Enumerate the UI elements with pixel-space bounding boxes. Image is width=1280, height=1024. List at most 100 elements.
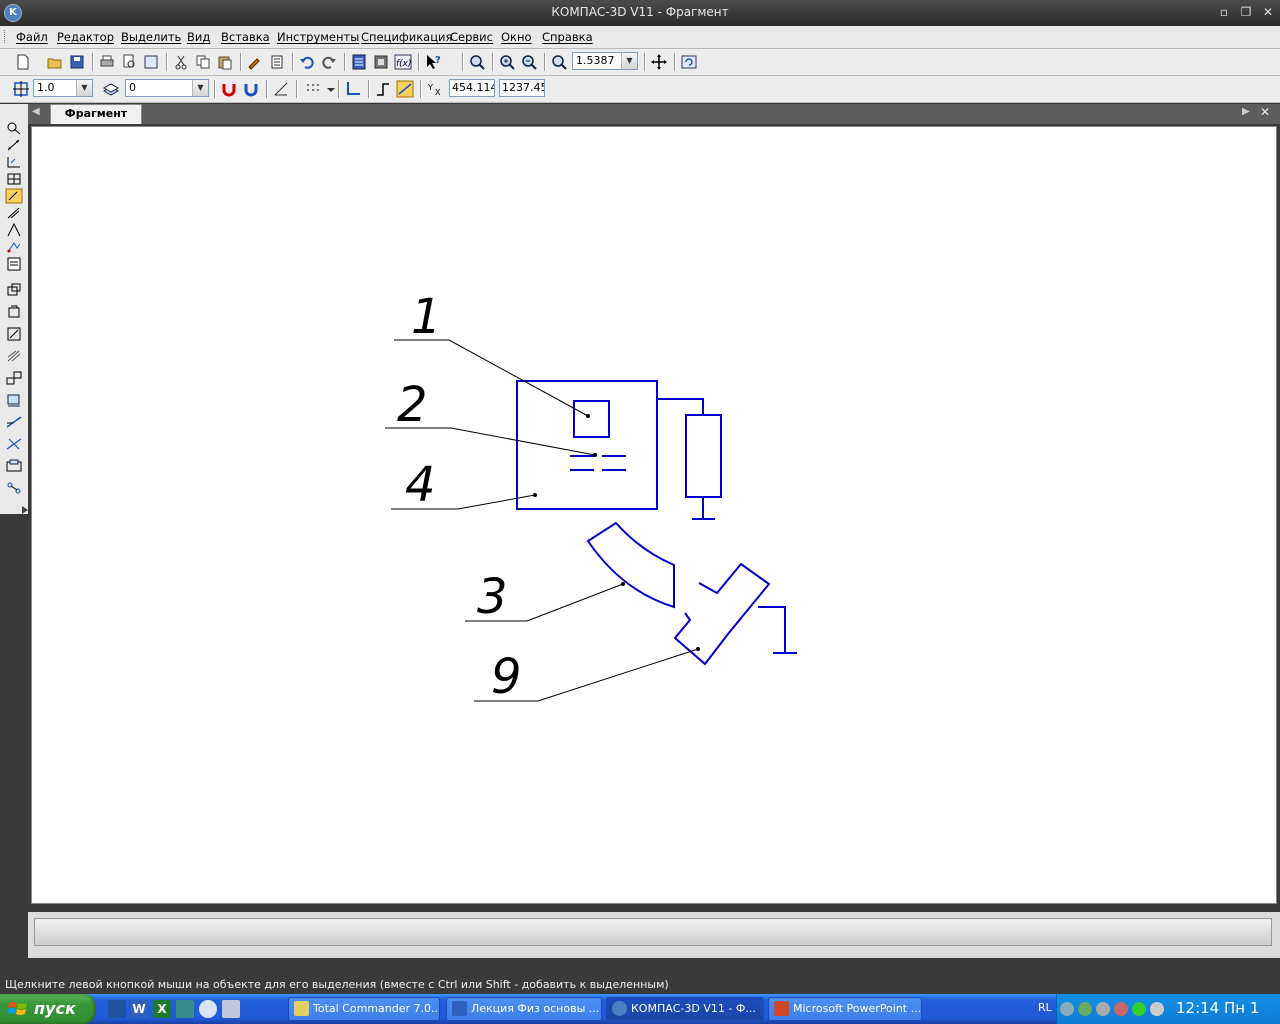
callout-1[interactable]: 1 — [411, 289, 442, 345]
menu-insert[interactable]: Вставка — [221, 30, 270, 44]
assoc-views-icon[interactable] — [5, 239, 23, 255]
parametrization-icon[interactable] — [5, 188, 23, 204]
tray-security-icon[interactable] — [1114, 1002, 1128, 1016]
tray-antivirus-icon[interactable] — [1132, 1002, 1146, 1016]
menu-help[interactable]: Справка — [542, 30, 593, 44]
minimize-icon[interactable]: ▫ — [1216, 5, 1232, 19]
cut-icon[interactable] — [172, 53, 190, 71]
print-icon[interactable] — [98, 53, 116, 71]
close-icon[interactable]: ✕ — [1260, 5, 1276, 19]
new-document-icon[interactable] — [14, 53, 32, 71]
task-word-lecture[interactable]: Лекция Физ основы ... — [446, 997, 602, 1021]
layer-icon[interactable] — [102, 80, 120, 98]
drawing-svg[interactable]: 1 2 4 3 9 — [32, 127, 1278, 905]
tab-scroll-right-icon[interactable]: ▶ — [1242, 106, 1250, 117]
palette-tool-11-icon[interactable] — [5, 304, 23, 320]
palette-tool-13-icon[interactable] — [5, 348, 23, 364]
menu-window[interactable]: Окно — [501, 30, 532, 44]
callout-2[interactable]: 2 — [397, 377, 428, 433]
measure-icon[interactable] — [5, 205, 23, 221]
step-combo[interactable]: 1.0 ▼ — [33, 79, 93, 97]
callout-3[interactable]: 3 — [477, 569, 508, 625]
palette-tool-16-icon[interactable] — [5, 414, 23, 430]
palette-tool-17-icon[interactable] — [5, 436, 23, 452]
layer-combo[interactable]: 0 ▼ — [125, 79, 209, 97]
palette-tool-10-icon[interactable] — [5, 282, 23, 298]
task-kompas[interactable]: КОМПАС-3D V11 - Ф... — [606, 997, 764, 1021]
copy-icon[interactable] — [194, 53, 212, 71]
preview-icon[interactable] — [142, 53, 160, 71]
palette-tool-14-icon[interactable] — [5, 370, 23, 386]
wire-to-ground[interactable] — [758, 606, 786, 653]
tray-volume-icon[interactable] — [1150, 1002, 1164, 1016]
manager-icon[interactable] — [350, 53, 368, 71]
tray-connection-icon[interactable] — [1096, 1002, 1110, 1016]
task-total-commander[interactable]: Total Commander 7.0... — [288, 997, 440, 1021]
box-element-1[interactable] — [573, 400, 610, 438]
zoom-combo[interactable]: 1.5387 ▼ — [572, 52, 638, 70]
tab-fragment[interactable]: Фрагмент — [50, 104, 142, 124]
dimensions-icon[interactable] — [5, 137, 23, 153]
quicklaunch-doc-icon[interactable] — [222, 1000, 240, 1018]
coordinates-icon[interactable]: YX — [426, 80, 444, 98]
redo-icon[interactable] — [320, 53, 338, 71]
properties-icon[interactable] — [268, 53, 286, 71]
menu-tools[interactable]: Инструменты — [277, 30, 359, 44]
menu-service[interactable]: Сервис — [450, 30, 493, 44]
wire-to-resistor[interactable] — [657, 398, 704, 415]
restore-icon[interactable]: ❐ — [1238, 5, 1254, 19]
zoom-out-icon[interactable] — [520, 53, 538, 71]
tab-scroll-left-icon[interactable]: ◀ — [32, 106, 40, 117]
coord-y-field[interactable]: 1237.45 — [499, 79, 545, 97]
palette-tool-12-icon[interactable] — [5, 326, 23, 342]
palette-tool-15-icon[interactable] — [5, 392, 23, 408]
geometry-icon[interactable] — [5, 120, 23, 136]
pan-icon[interactable] — [650, 53, 668, 71]
help-pointer-icon[interactable]: ? — [424, 53, 442, 71]
paste-icon[interactable] — [216, 53, 234, 71]
menu-specification[interactable]: Спецификация — [361, 30, 452, 44]
curved-element-3[interactable] — [586, 521, 675, 609]
callout-4[interactable]: 4 — [405, 457, 436, 513]
edit-palette-icon[interactable] — [5, 171, 23, 187]
undo-icon[interactable] — [298, 53, 316, 71]
snap-magnet-icon[interactable] — [220, 80, 238, 98]
drawing-sheet[interactable]: 1 2 4 3 9 — [31, 126, 1277, 904]
menu-file[interactable]: Файл — [16, 30, 48, 44]
quicklaunch-excel-icon[interactable]: X — [153, 1000, 171, 1018]
select-palette-icon[interactable] — [5, 222, 23, 238]
palette-tool-19-icon[interactable] — [5, 480, 23, 496]
task-powerpoint[interactable]: Microsoft PowerPoint ... — [768, 997, 922, 1021]
menu-view[interactable]: Вид — [187, 30, 210, 44]
palette-tool-18-icon[interactable] — [5, 458, 23, 474]
chevron-down-icon[interactable]: ▼ — [76, 80, 92, 96]
save-icon[interactable] — [68, 53, 86, 71]
quicklaunch-publisher-icon[interactable] — [176, 1000, 194, 1018]
format-painter-icon[interactable] — [246, 53, 264, 71]
menu-grip[interactable] — [4, 30, 7, 43]
resistor[interactable] — [685, 414, 722, 498]
ortho-icon[interactable] — [272, 80, 290, 98]
clock[interactable]: 12:14 Пн 1 — [1176, 999, 1259, 1017]
round-icon[interactable] — [396, 80, 414, 98]
quicklaunch-save-icon[interactable] — [108, 1000, 126, 1018]
coord-x-field[interactable]: 454.114 — [449, 79, 495, 97]
print-preview-icon[interactable] — [120, 53, 138, 71]
chevron-down-icon[interactable]: ▼ — [192, 80, 208, 96]
open-folder-icon[interactable] — [46, 53, 64, 71]
local-csys-icon[interactable] — [344, 80, 362, 98]
quicklaunch-word-icon[interactable]: W — [130, 1000, 148, 1018]
zoom-scale-icon[interactable] — [550, 53, 568, 71]
quicklaunch-browser-icon[interactable] — [199, 1000, 217, 1018]
symbols-icon[interactable] — [5, 154, 23, 170]
ortho-mode-icon[interactable] — [374, 80, 392, 98]
close-document-icon[interactable]: ✕ — [1260, 105, 1270, 119]
spec-palette-icon[interactable] — [5, 256, 23, 272]
language-indicator[interactable]: RL — [1038, 1001, 1052, 1014]
refresh-icon[interactable] — [680, 53, 698, 71]
grid-icon[interactable] — [304, 80, 322, 98]
tray-network-icon[interactable] — [1078, 1002, 1092, 1016]
cursor-step-icon[interactable] — [12, 80, 30, 98]
variables-icon[interactable]: f(x) — [394, 53, 412, 71]
library-icon[interactable] — [372, 53, 390, 71]
